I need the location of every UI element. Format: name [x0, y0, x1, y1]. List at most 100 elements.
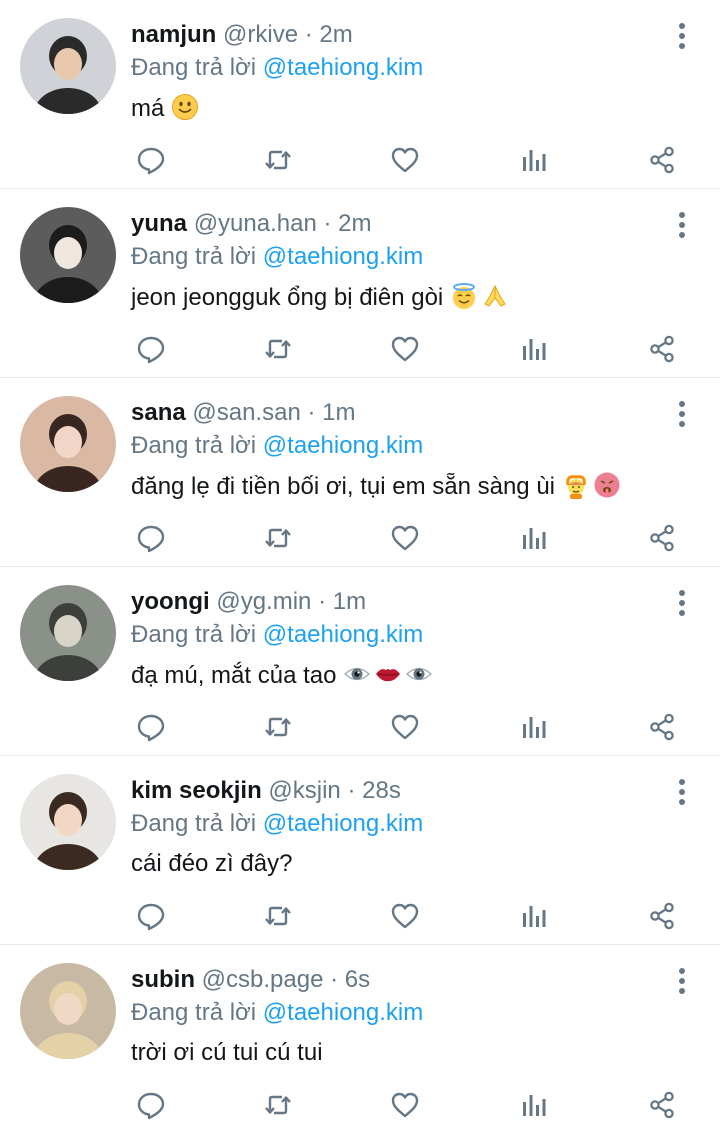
timestamp[interactable]: 1m	[333, 588, 366, 615]
timestamp[interactable]: 6s	[345, 966, 370, 993]
share-button[interactable]	[642, 896, 682, 936]
mention-link[interactable]: @taehiong.kim	[263, 999, 423, 1026]
reply-prefix: Đang trả lời	[131, 999, 257, 1026]
smiling-face-with-halo-emoji	[450, 282, 478, 310]
avatar[interactable]	[20, 585, 116, 681]
reply-feed: namjun @rkive · 2m Đang trả lời @taehion…	[0, 0, 720, 1134]
mention-link[interactable]: @taehiong.kim	[263, 54, 423, 81]
user-handle[interactable]: @yg.min	[216, 588, 311, 615]
share-button[interactable]	[642, 518, 682, 558]
avatar[interactable]	[20, 963, 116, 1059]
stats-icon	[523, 1095, 546, 1116]
reply-button[interactable]	[131, 140, 171, 180]
more-icon[interactable]	[676, 211, 688, 239]
user-name[interactable]: yuna	[131, 210, 187, 237]
reply-button[interactable]	[131, 707, 171, 747]
reply-tweet-3[interactable]: sana @san.san · 1m Đang trả lời @taehion…	[0, 378, 720, 567]
action-bar	[131, 518, 691, 558]
user-handle[interactable]: @san.san	[192, 399, 300, 426]
eye-emoji	[343, 660, 371, 688]
retweet-button[interactable]	[258, 329, 298, 369]
action-bar	[131, 329, 691, 369]
share-button[interactable]	[642, 707, 682, 747]
more-icon[interactable]	[676, 400, 688, 428]
like-button[interactable]	[385, 140, 425, 180]
stats-button[interactable]	[514, 707, 554, 747]
retweet-button[interactable]	[258, 518, 298, 558]
timestamp[interactable]: 2m	[319, 21, 352, 48]
like-icon	[391, 1092, 419, 1118]
stats-button[interactable]	[514, 896, 554, 936]
retweet-button[interactable]	[258, 140, 298, 180]
share-button[interactable]	[642, 329, 682, 369]
avatar[interactable]	[20, 774, 116, 870]
reply-button[interactable]	[131, 1085, 171, 1125]
mention-link[interactable]: @taehiong.kim	[263, 243, 423, 270]
reply-button[interactable]	[131, 896, 171, 936]
like-button[interactable]	[385, 1085, 425, 1125]
replying-to: Đang trả lời @taehiong.kim	[131, 242, 660, 272]
like-button[interactable]	[385, 329, 425, 369]
separator-dot: ·	[307, 399, 316, 426]
retweet-button[interactable]	[258, 896, 298, 936]
reply-tweet-4[interactable]: yoongi @yg.min · 1m Đang trả lời @taehio…	[0, 567, 720, 756]
stats-button[interactable]	[514, 518, 554, 558]
user-handle[interactable]: @rkive	[223, 21, 298, 48]
reply-tweet-2[interactable]: yuna @yuna.han · 2m Đang trả lời @taehio…	[0, 189, 720, 378]
action-bar	[131, 140, 691, 180]
timestamp[interactable]: 28s	[362, 777, 401, 804]
retweet-icon	[265, 1095, 291, 1115]
user-handle[interactable]: @ksjin	[268, 777, 340, 804]
mention-link[interactable]: @taehiong.kim	[263, 810, 423, 837]
stats-icon	[523, 717, 546, 738]
emoji-group	[168, 94, 199, 122]
reply-icon	[137, 903, 165, 931]
share-icon	[650, 1091, 674, 1119]
retweet-button[interactable]	[258, 707, 298, 747]
stats-button[interactable]	[514, 1085, 554, 1125]
more-icon[interactable]	[676, 778, 688, 806]
replying-to: Đang trả lời @taehiong.kim	[131, 53, 660, 83]
like-button[interactable]	[385, 707, 425, 747]
reply-button[interactable]	[131, 518, 171, 558]
like-icon	[391, 903, 419, 929]
timestamp[interactable]: 2m	[338, 210, 371, 237]
more-icon[interactable]	[676, 589, 688, 617]
more-icon[interactable]	[676, 967, 688, 995]
retweet-button[interactable]	[258, 1085, 298, 1125]
reply-button[interactable]	[131, 329, 171, 369]
avatar[interactable]	[20, 207, 116, 303]
like-button[interactable]	[385, 896, 425, 936]
stats-button[interactable]	[514, 140, 554, 180]
share-button[interactable]	[642, 1085, 682, 1125]
user-name[interactable]: subin	[131, 966, 195, 993]
tweet-text: jeon jeongguk ổng bị điên gòi	[131, 282, 660, 313]
tweet-header: subin @csb.page · 6s	[131, 965, 660, 995]
user-name[interactable]: sana	[131, 399, 186, 426]
tweet-content: yoongi @yg.min · 1m Đang trả lời @taehio…	[131, 587, 660, 691]
like-button[interactable]	[385, 518, 425, 558]
more-icon[interactable]	[676, 22, 688, 50]
avatar[interactable]	[20, 18, 116, 114]
reply-tweet-1[interactable]: namjun @rkive · 2m Đang trả lời @taehion…	[0, 0, 720, 189]
mention-link[interactable]: @taehiong.kim	[263, 432, 423, 459]
stats-button[interactable]	[514, 329, 554, 369]
user-name[interactable]: yoongi	[131, 588, 210, 615]
separator-dot: ·	[318, 588, 327, 615]
user-name[interactable]: kim seokjin	[131, 777, 262, 804]
share-button[interactable]	[642, 140, 682, 180]
reply-prefix: Đang trả lời	[131, 810, 257, 837]
action-bar	[131, 896, 691, 936]
emoji-group	[447, 282, 509, 311]
user-name[interactable]: namjun	[131, 21, 216, 48]
avatar[interactable]	[20, 396, 116, 492]
tweet-header: yoongi @yg.min · 1m	[131, 587, 660, 617]
user-handle[interactable]: @csb.page	[202, 966, 324, 993]
timestamp[interactable]: 1m	[322, 399, 355, 426]
user-handle[interactable]: @yuna.han	[194, 210, 317, 237]
reply-prefix: Đang trả lời	[131, 243, 257, 270]
reply-tweet-6[interactable]: subin @csb.page · 6s Đang trả lời @taehi…	[0, 945, 720, 1134]
mention-link[interactable]: @taehiong.kim	[263, 621, 423, 648]
reply-prefix: Đang trả lời	[131, 621, 257, 648]
reply-tweet-5[interactable]: kim seokjin @ksjin · 28s Đang trả lời @t…	[0, 756, 720, 945]
